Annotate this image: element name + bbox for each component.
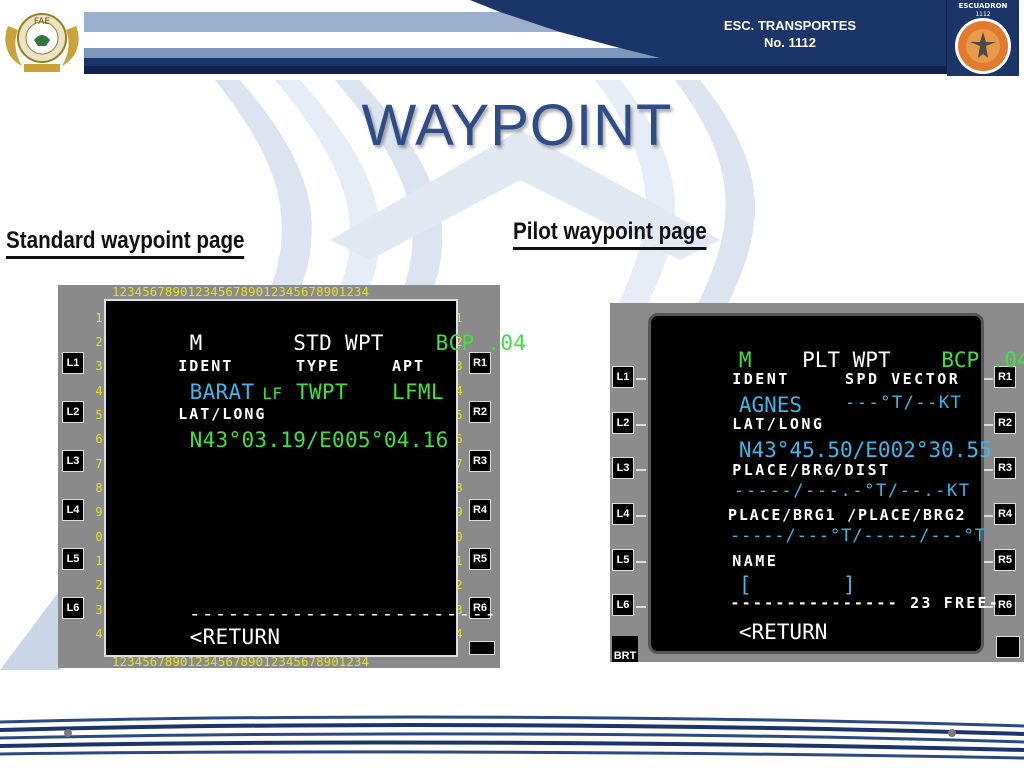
slide-header: FAE ESC. TRANSPORTES No. 1112 ESCUADRON …	[0, 0, 1024, 80]
lsk-tick	[636, 469, 646, 471]
row-number: 2	[95, 335, 103, 349]
type-value: TWPT	[296, 380, 348, 404]
lsk-l5[interactable]: L5	[62, 548, 84, 570]
row-number: 3	[95, 359, 103, 373]
column-numbers-top: 1234567890123456789012345678901234	[112, 284, 370, 299]
plt-screen: M PLT WPT BCP .04 IDENT SPD VECTOR AGNES -…	[648, 313, 1024, 654]
apt-value: LFML	[392, 380, 444, 404]
lsk-tick	[636, 378, 646, 380]
lsk-r2[interactable]: R2	[469, 401, 491, 423]
row-number: 6	[95, 432, 103, 446]
row-number: 1	[95, 554, 103, 568]
lsk-l1[interactable]: L1	[62, 352, 84, 374]
lsk-r3[interactable]: R3	[469, 450, 491, 472]
version-label: BCP .04	[435, 331, 527, 355]
page-title: WAYPOINT	[361, 93, 673, 158]
latlong-value: N43°03.19/E005°04.16	[189, 428, 449, 452]
lsk-l2[interactable]: L2	[612, 412, 634, 434]
svg-text:FAE: FAE	[34, 17, 51, 27]
return-prompt[interactable]: <RETURN	[739, 620, 828, 644]
lsk-r3[interactable]: R3	[994, 457, 1016, 479]
lsk-l4[interactable]: L4	[62, 499, 84, 521]
lsk-l4[interactable]: L4	[612, 503, 634, 525]
return-line[interactable]: <RETURN	[663, 596, 828, 668]
row-number: 4	[95, 384, 103, 398]
latlong-data-line: N43°03.19/E005°04.16	[112, 404, 449, 476]
lsk-tick	[636, 561, 646, 563]
page-name: STD WPT	[293, 331, 384, 355]
row-number: 8	[95, 481, 103, 495]
lsk-l2[interactable]: L2	[62, 401, 84, 423]
lsk-tick	[636, 424, 646, 426]
row-number: 0	[95, 530, 103, 544]
return-prompt[interactable]: <RETURN	[190, 625, 281, 649]
lsk-r4[interactable]: R4	[994, 503, 1016, 525]
footer-decoration	[0, 715, 1024, 760]
plt-waypoint-mcdu: L1 L2 L3 L4 L5 L6 R1 R2 R3 R4 R5 R6 BRT …	[610, 303, 1024, 662]
row-number: 3	[95, 603, 103, 617]
std-waypoint-mcdu: 1234567890123456789012345678901234 1 2 3 4 5…	[58, 284, 526, 669]
row-number: 7	[95, 457, 103, 471]
row-number: 5	[95, 408, 103, 422]
row-number: 4	[95, 627, 103, 641]
fae-emblem-logo: FAE	[5, 13, 79, 72]
lsk-l6[interactable]: L6	[62, 597, 84, 619]
spd-vector-value: ---°T/--KT	[845, 393, 963, 413]
row-number: 2	[95, 578, 103, 592]
lsk-l3[interactable]: L3	[62, 450, 84, 472]
lsk-r4[interactable]: R4	[469, 499, 491, 521]
lsk-l5[interactable]: L5	[612, 549, 634, 571]
lsk-tick	[636, 515, 646, 517]
lsk-r5[interactable]: R5	[994, 549, 1016, 571]
squadron-title-line2: No. 1112	[763, 35, 817, 50]
std-screen: M STD WPT BCP .04 IDENT TYPE APT BARAT LF TW…	[104, 299, 526, 657]
svg-text:ESCUADRON: ESCUADRON	[959, 2, 1008, 10]
lsk-r5[interactable]: R5	[469, 548, 491, 570]
lsk-l1[interactable]: L1	[612, 366, 634, 388]
pilot-waypoint-heading: Pilot waypoint page	[513, 219, 707, 250]
standard-waypoint-heading: Standard waypoint page	[6, 228, 245, 259]
return-line[interactable]: <RETURN	[112, 601, 280, 673]
brightness-button[interactable]: BRT	[612, 636, 638, 662]
row-number: 9	[95, 505, 103, 519]
lsk-tick	[636, 606, 646, 608]
squadron-title-line1: ESC. TRANSPORTES	[723, 18, 857, 33]
lsk-r2[interactable]: R2	[994, 412, 1016, 434]
squadron-title: ESC. TRANSPORTES No. 1112	[690, 17, 890, 51]
spare-key[interactable]	[996, 636, 1020, 658]
squadron-badge-logo: ESCUADRON 1112	[947, 0, 1019, 76]
lsk-l6[interactable]: L6	[612, 594, 634, 616]
lsk-l3[interactable]: L3	[612, 457, 634, 479]
row-number: 1	[95, 311, 103, 325]
svg-text:1112: 1112	[975, 11, 990, 18]
